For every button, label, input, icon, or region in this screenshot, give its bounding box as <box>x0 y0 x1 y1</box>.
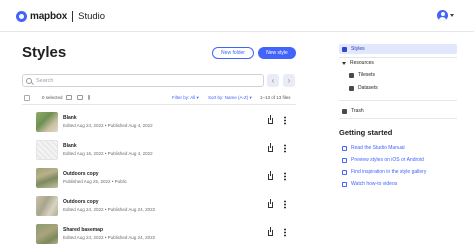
style-row[interactable]: Outdoors copy Edited Aug 24, 2022 • Publ… <box>22 194 296 220</box>
style-thumbnail[interactable] <box>36 168 58 188</box>
style-row[interactable]: Blank Edited Aug 24, 2022 • Published Au… <box>22 110 296 136</box>
sidebar-divider <box>339 118 457 119</box>
style-name[interactable]: Outdoors copy <box>63 171 99 177</box>
top-bar: mapbox Studio <box>0 0 474 32</box>
share-icon[interactable] <box>268 171 273 180</box>
share-icon[interactable] <box>268 115 273 124</box>
book-icon <box>342 145 347 151</box>
search-icon <box>26 77 32 84</box>
new-style-button[interactable]: New style <box>258 47 296 59</box>
getting-started-title: Getting started <box>339 128 393 137</box>
link-how-to-videos[interactable]: Watch how-to videos <box>339 181 397 187</box>
next-page-button[interactable]: › <box>283 74 295 87</box>
user-avatar-icon[interactable] <box>437 10 448 21</box>
link-style-gallery[interactable]: Find inspiration in the style gallery <box>339 169 426 175</box>
divider <box>22 104 296 105</box>
link-label: Preview styles on iOS or Android <box>351 157 424 163</box>
logo-divider <box>72 10 74 22</box>
sidebar-item-tilesets[interactable]: Tilesets <box>339 70 457 80</box>
pagination-range: 1–13 of 13 files <box>260 95 291 100</box>
mapbox-mark-icon <box>16 10 27 22</box>
video-icon <box>342 181 347 187</box>
style-row[interactable]: Outdoors copy Published Aug 25, 2022 • P… <box>22 166 296 192</box>
link-preview-mobile[interactable]: Preview styles on iOS or Android <box>339 157 424 163</box>
more-options-icon[interactable] <box>284 116 286 125</box>
filter-dropdown[interactable]: Filter by: All ▾ <box>172 95 199 101</box>
sidebar-divider <box>339 57 457 58</box>
page-title: Styles <box>22 44 67 61</box>
datasets-icon <box>349 85 354 91</box>
sidebar-item-label: Datasets <box>358 85 378 91</box>
style-name[interactable]: Blank <box>63 115 77 121</box>
section-name: Studio <box>78 10 106 22</box>
folder-icon[interactable] <box>77 95 83 100</box>
select-all-checkbox[interactable] <box>24 95 30 101</box>
link-studio-manual[interactable]: Read the Studio Manual <box>339 145 405 151</box>
style-meta: Published Aug 25, 2022 • Public <box>63 179 127 184</box>
sort-dropdown[interactable]: Sort by: Name (A-Z) ▾ <box>208 95 252 101</box>
style-meta: Edited Aug 24, 2022 • Published Aug 24, … <box>63 235 156 240</box>
style-thumbnail[interactable] <box>36 112 58 132</box>
move-icon[interactable] <box>66 95 72 100</box>
style-thumbnail[interactable] <box>36 140 58 160</box>
caret-down-icon <box>342 61 346 65</box>
more-options-icon[interactable] <box>284 228 286 237</box>
sidebar-item-label: Styles <box>351 46 365 52</box>
sidebar-item-resources[interactable]: Resources <box>339 58 457 68</box>
style-meta: Edited Aug 16, 2022 • Published Aug 4, 2… <box>63 151 153 156</box>
chevron-down-icon[interactable] <box>450 14 454 17</box>
more-options-icon[interactable] <box>284 172 286 181</box>
brand-name: mapbox <box>30 10 68 22</box>
styles-icon <box>342 46 347 52</box>
link-label: Read the Studio Manual <box>351 145 405 151</box>
trash-icon <box>342 108 347 114</box>
previous-page-button[interactable]: ‹ <box>267 74 279 87</box>
share-icon[interactable] <box>268 227 273 236</box>
sidebar-divider <box>339 100 457 101</box>
style-thumbnail[interactable] <box>36 224 58 244</box>
style-row[interactable]: Blank Edited Aug 16, 2022 • Published Au… <box>22 138 296 164</box>
more-actions-icon[interactable] <box>88 95 90 100</box>
share-icon[interactable] <box>268 199 273 208</box>
more-options-icon[interactable] <box>284 200 286 209</box>
search-placeholder: Search <box>36 77 54 84</box>
sidebar-item-datasets[interactable]: Datasets <box>339 83 457 93</box>
selected-count: 0 selected <box>42 95 63 100</box>
new-folder-button[interactable]: New folder <box>212 47 254 59</box>
gallery-icon <box>342 169 347 175</box>
style-meta: Edited Aug 24, 2022 • Published Aug 4, 2… <box>63 123 153 128</box>
sidebar-item-label: Tilesets <box>358 72 376 78</box>
sidebar-item-styles[interactable]: Styles <box>339 44 457 54</box>
style-name[interactable]: Shared basemap <box>63 227 103 233</box>
style-row[interactable]: Shared basemap Edited Aug 24, 2022 • Pub… <box>22 222 296 248</box>
list-toolbar: 0 selected Filter by: All ▾ Sort by: Nam… <box>22 93 296 103</box>
tilesets-icon <box>349 72 354 78</box>
style-thumbnail[interactable] <box>36 196 58 216</box>
sidebar-item-trash[interactable]: Trash <box>339 106 457 116</box>
style-name[interactable]: Outdoors copy <box>63 199 99 205</box>
sidebar-item-label: Trash <box>351 108 364 114</box>
sidebar-item-label: Resources <box>350 60 374 66</box>
style-name[interactable]: Blank <box>63 143 77 149</box>
share-icon[interactable] <box>268 143 273 152</box>
search-input[interactable]: Search <box>22 74 264 87</box>
style-meta: Edited Aug 24, 2022 • Published Aug 24, … <box>63 207 156 212</box>
link-label: Watch how-to videos <box>351 181 398 187</box>
link-label: Find inspiration in the style gallery <box>351 169 427 175</box>
mobile-icon <box>342 157 347 163</box>
mapbox-logo[interactable]: mapbox Studio <box>16 9 105 23</box>
more-options-icon[interactable] <box>284 144 286 153</box>
